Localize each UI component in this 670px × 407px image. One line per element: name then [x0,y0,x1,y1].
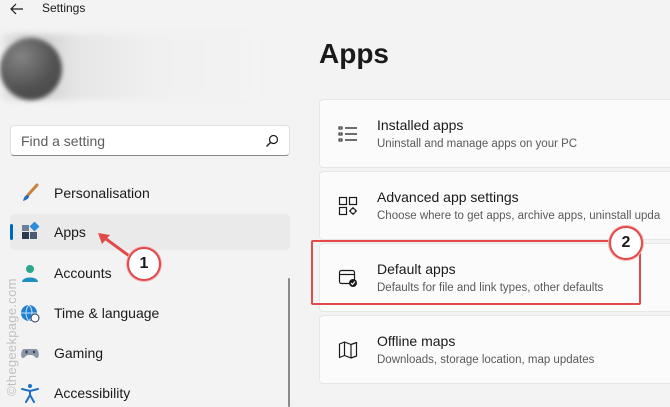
search-icon[interactable] [265,134,279,148]
search-box[interactable] [10,125,290,156]
sidebar-item-time-language[interactable]: Time & language [10,295,290,331]
search-input[interactable] [11,126,261,155]
avatar[interactable] [0,38,62,100]
sidebar-scrollbar[interactable] [288,278,290,407]
back-arrow-icon [10,3,23,15]
card-title: Offline maps [377,333,456,349]
sidebar-item-label: Accessibility [54,385,131,401]
card-title: Advanced app settings [377,189,519,205]
card-title: Installed apps [377,117,464,133]
title-bar: Settings [0,0,670,22]
app-title: Settings [42,1,86,15]
paintbrush-icon [23,183,39,201]
card-subtitle: Choose where to get apps, archive apps, … [377,210,661,222]
selection-indicator [10,224,13,240]
card-offline-maps[interactable]: Offline maps Downloads, storage location… [319,315,670,384]
sidebar-item-accessibility[interactable]: Accessibility [10,375,290,407]
sidebar-item-gaming[interactable]: Gaming [10,335,290,371]
apps-icon [22,222,40,239]
sidebar-item-label: Time & language [54,305,160,321]
card-subtitle: Uninstall and manage apps on your PC [377,138,578,150]
sidebar-item-label: Gaming [54,345,104,361]
globe-clock-icon [21,304,40,323]
card-subtitle: Downloads, storage location, map updates [377,354,595,366]
app-settings-icon [338,196,358,216]
watermark: ©thegeekpage.com [4,278,19,396]
sidebar-item-personalisation[interactable]: Personalisation [10,175,290,211]
page-title: Apps [319,38,389,69]
step-badge-1: 1 [127,247,161,281]
list-icon [338,126,357,142]
person-icon [22,265,38,282]
step-badge-2: 2 [609,226,643,260]
sidebar-item-label: Apps [54,224,86,240]
sidebar-item-label: Accounts [54,265,112,281]
back-button[interactable] [6,0,28,18]
card-installed-apps[interactable]: Installed apps Uninstall and manage apps… [319,99,670,168]
highlight-box [311,240,641,305]
gamepad-icon [21,349,39,358]
sidebar-item-label: Personalisation [54,185,150,201]
accessibility-icon [21,384,39,403]
map-icon [338,341,358,359]
sidebar-item-apps[interactable]: Apps [10,214,290,250]
